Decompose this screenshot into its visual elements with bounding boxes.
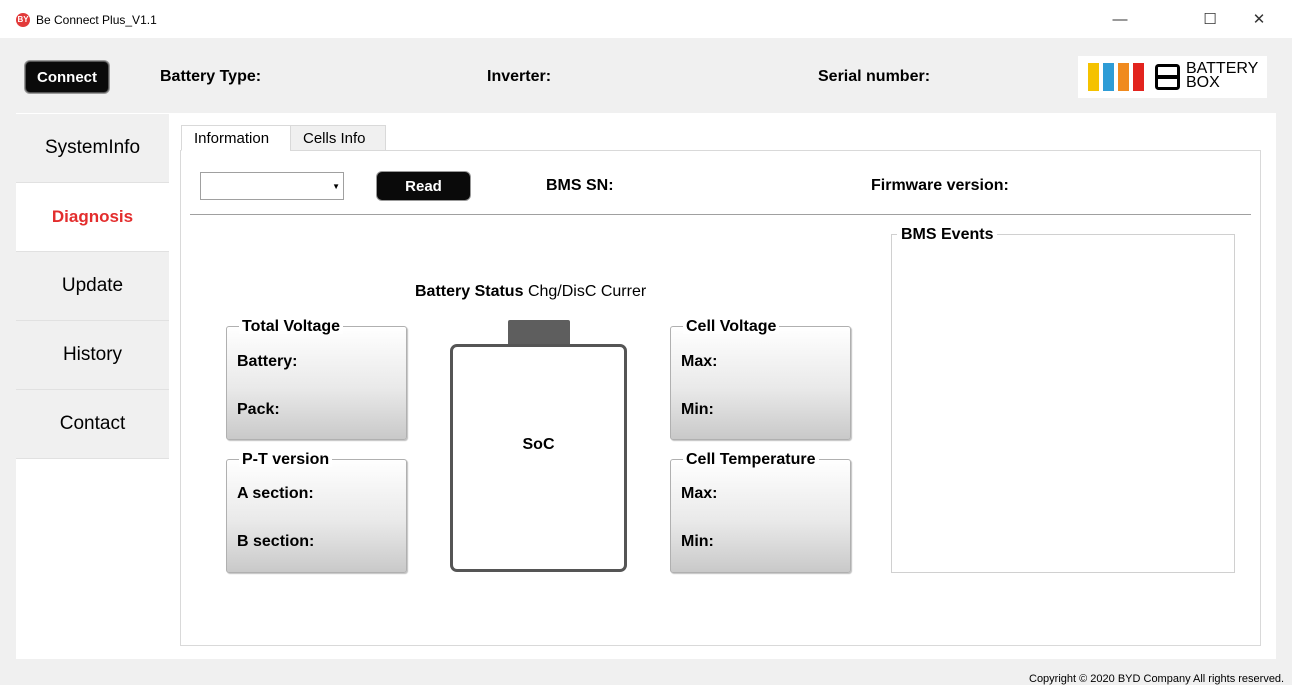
tab-cells-info[interactable]: Cells Info — [290, 125, 386, 151]
bms-events-title: BMS Events — [897, 226, 998, 244]
cell-voltage-max-label: Max: — [681, 353, 718, 370]
battery-type-label: Battery Type: — [160, 68, 262, 85]
logo-text: BATTERY BOX — [1186, 60, 1259, 91]
copyright-text: Copyright © 2020 BYD Company All rights … — [1029, 673, 1285, 685]
divider — [190, 214, 1251, 215]
cell-temperature-min-label: Min: — [681, 533, 714, 550]
battery-terminal — [508, 320, 570, 346]
sidebar-item-systeminfo[interactable]: SystemInfo — [16, 114, 169, 183]
serial-number-label: Serial number: — [818, 68, 931, 85]
close-button[interactable]: ✕ — [1236, 4, 1282, 34]
cell-voltage-title: Cell Voltage — [683, 318, 780, 336]
a-section-label: A section: — [237, 485, 314, 502]
battery-voltage-label: Battery: — [237, 353, 298, 370]
soc-label: SoC — [522, 436, 555, 453]
battery-status-title: Battery Status — [415, 283, 524, 300]
sidebar-item-contact[interactable]: Contact — [16, 390, 169, 459]
battery-box-logo: BATTERY BOX — [1078, 56, 1267, 98]
sidebar-item-update[interactable]: Update — [16, 252, 169, 321]
charge-current-label: Chg/DisC Currer — [527, 283, 647, 300]
maximize-button[interactable]: ☐ — [1187, 4, 1233, 34]
total-voltage-title: Total Voltage — [239, 318, 344, 336]
battery-box-icon — [1155, 64, 1180, 90]
chevron-down-icon: ▼ — [332, 182, 340, 191]
cell-temperature-max-label: Max: — [681, 485, 718, 502]
bms-select-dropdown[interactable]: ▼ — [200, 172, 344, 200]
pt-version-title: P-T version — [239, 451, 333, 469]
firmware-version-label: Firmware version: — [871, 177, 1009, 194]
b-section-label: B section: — [237, 533, 315, 550]
inverter-label: Inverter: — [487, 68, 552, 85]
read-button[interactable]: Read — [377, 172, 470, 200]
window-title: Be Connect Plus_V1.1 — [36, 13, 157, 27]
sidebar-item-history[interactable]: History — [16, 321, 169, 390]
pt-version-box: P-T version A section: B section: — [226, 451, 407, 573]
minimize-button[interactable]: — — [1097, 4, 1143, 34]
cell-voltage-min-label: Min: — [681, 401, 714, 418]
sidebar-item-diagnosis[interactable]: Diagnosis — [16, 183, 169, 252]
bms-events-list[interactable] — [891, 234, 1235, 573]
connect-button[interactable]: Connect — [25, 61, 109, 93]
cell-temperature-title: Cell Temperature — [683, 451, 819, 469]
cell-temperature-box: Cell Temperature Max: Min: — [670, 451, 851, 573]
app-logo-icon: BY — [16, 13, 30, 27]
logo-bar-red — [1133, 63, 1144, 91]
battery-status-heading: Battery Status Chg/DisC Currer — [415, 283, 646, 301]
total-voltage-box: Total Voltage Battery: Pack: — [226, 318, 407, 440]
tab-information[interactable]: Information — [181, 125, 291, 151]
battery-soc-gauge — [450, 344, 627, 572]
cell-voltage-box: Cell Voltage Max: Min: — [670, 318, 851, 440]
logo-bar-orange — [1118, 63, 1129, 91]
logo-bar-blue — [1103, 63, 1114, 91]
pack-voltage-label: Pack: — [237, 401, 280, 418]
logo-bar-yellow — [1088, 63, 1099, 91]
bms-sn-label: BMS SN: — [546, 177, 614, 194]
